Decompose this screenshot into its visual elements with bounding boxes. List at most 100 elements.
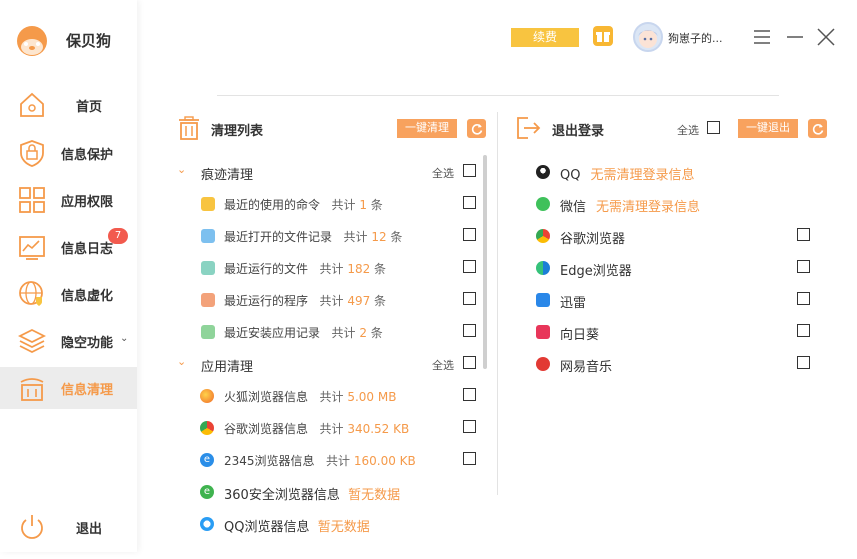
chevron-down-icon: ⌄ — [120, 333, 129, 344]
browser-2345-icon: e — [200, 453, 214, 467]
item-checkbox[interactable] — [463, 420, 476, 433]
list-item-text: 向日葵 — [560, 328, 600, 343]
select-all-checkbox[interactable] — [463, 356, 476, 369]
group-title: 痕迹清理 — [201, 168, 254, 183]
refresh-icon[interactable] — [808, 119, 827, 138]
divider — [497, 112, 498, 495]
menu-icon[interactable] — [751, 26, 773, 48]
netease-music-icon — [536, 357, 550, 371]
wechat-icon — [536, 197, 550, 211]
logout-button[interactable]: 退出 — [0, 507, 137, 547]
item-checkbox[interactable] — [463, 260, 476, 273]
sidebar-item-label: 应用权限 — [61, 194, 114, 210]
edge-icon — [536, 261, 550, 275]
group-title: 应用清理 — [201, 360, 254, 375]
one-click-logout-button[interactable]: 一键退出 — [738, 119, 798, 138]
select-all-checkbox[interactable] — [707, 121, 720, 134]
app-window: 保贝狗 首页 信息保护 应用权限 信息日志 7 信息虚化 隐空功能 ⌄ 信息清理… — [0, 0, 857, 559]
item-checkbox[interactable] — [463, 324, 476, 337]
list-item-text: 迅雷 — [560, 296, 587, 311]
list-item-text: 网易音乐 — [560, 360, 613, 375]
sidebar-item-home[interactable]: 首页 — [0, 84, 137, 126]
item-checkbox[interactable] — [797, 228, 810, 241]
sidebar-item-clean[interactable]: 信息清理 — [0, 367, 137, 409]
sidebar-item-label: 隐空功能 — [61, 335, 114, 351]
list-item-text: 谷歌浏览器 — [560, 232, 626, 247]
sidebar-item-hidden[interactable]: 隐空功能 ⌄ — [0, 320, 137, 362]
one-click-clean-button[interactable]: 一键清理 — [397, 119, 457, 138]
list-item-text: 最近打开的文件记录 共计 12 条 — [224, 230, 403, 244]
sidebar-item-protect[interactable]: 信息保护 — [0, 132, 137, 174]
home-icon — [17, 90, 47, 120]
clean-list-title: 清理列表 — [211, 124, 264, 139]
grid-icon — [17, 185, 47, 215]
list-item-text: 最近的使用的命令 共计 1 条 — [224, 198, 383, 212]
sunflower-icon — [536, 325, 550, 339]
renew-button[interactable]: 续费 — [511, 28, 579, 47]
list-item-text: QQ浏览器信息 暂无数据 — [224, 520, 370, 535]
item-checkbox[interactable] — [463, 452, 476, 465]
username[interactable]: 狗崽子的... — [668, 30, 723, 46]
chrome-icon — [200, 421, 214, 435]
item-checkbox[interactable] — [463, 292, 476, 305]
qq-icon — [536, 165, 550, 179]
logout-arrow-icon — [516, 116, 542, 144]
trash-can-icon — [177, 116, 201, 144]
list-item-text: 2345浏览器信息 共计 160.00 KB — [224, 454, 416, 468]
select-all-label: 全选 — [432, 359, 454, 372]
sidebar-item-label: 信息虚化 — [61, 288, 114, 304]
browser-360-icon: e — [200, 485, 214, 499]
list-item-text: 360安全浏览器信息 暂无数据 — [224, 488, 401, 503]
file-icon — [201, 229, 215, 243]
list-item-text: 最近运行的文件 共计 182 条 — [224, 262, 387, 276]
chart-icon — [17, 232, 47, 262]
avatar[interactable] — [633, 22, 663, 52]
topbar: 续费 狗崽子的... — [137, 0, 857, 76]
sidebar-item-label: 信息日志 — [61, 241, 114, 257]
install-icon — [201, 325, 215, 339]
program-icon — [201, 293, 215, 307]
command-icon — [201, 197, 215, 211]
select-all-label: 全选 — [677, 124, 699, 137]
chevron-down-icon[interactable]: ⌄ — [177, 355, 186, 368]
sidebar: 保贝狗 首页 信息保护 应用权限 信息日志 7 信息虚化 隐空功能 ⌄ 信息清理… — [0, 0, 137, 552]
item-checkbox[interactable] — [797, 260, 810, 273]
trash-icon — [17, 373, 47, 403]
shield-lock-icon — [17, 138, 47, 168]
item-checkbox[interactable] — [797, 356, 810, 369]
sidebar-item-label: 首页 — [76, 99, 103, 115]
chrome-icon — [536, 229, 550, 243]
notification-badge: 7 — [108, 228, 128, 244]
chevron-down-icon[interactable]: ⌄ — [177, 163, 186, 176]
close-icon[interactable] — [815, 26, 837, 48]
item-checkbox[interactable] — [463, 228, 476, 241]
run-file-icon — [201, 261, 215, 275]
select-all-label: 全选 — [432, 167, 454, 180]
power-icon — [17, 512, 47, 542]
brand-name: 保贝狗 — [66, 31, 112, 50]
item-checkbox[interactable] — [797, 324, 810, 337]
globe-shield-icon — [17, 279, 47, 309]
logout-label: 退出 — [76, 521, 103, 537]
xunlei-icon — [536, 293, 550, 307]
sidebar-item-blur[interactable]: 信息虚化 — [0, 273, 137, 315]
gift-icon[interactable] — [593, 26, 613, 46]
sidebar-item-log[interactable]: 信息日志 7 — [0, 226, 137, 268]
refresh-icon[interactable] — [467, 119, 486, 138]
list-item-text: QQ 无需清理登录信息 — [560, 168, 695, 183]
sidebar-item-label: 信息清理 — [61, 382, 114, 398]
scrollbar[interactable] — [483, 155, 487, 369]
minimize-icon[interactable] — [784, 26, 806, 48]
item-checkbox[interactable] — [463, 388, 476, 401]
layers-icon — [17, 326, 47, 356]
item-checkbox[interactable] — [797, 292, 810, 305]
sidebar-item-label: 信息保护 — [61, 147, 114, 163]
sidebar-item-permissions[interactable]: 应用权限 — [0, 179, 137, 221]
select-all-checkbox[interactable] — [463, 164, 476, 177]
list-item-text: Edge浏览器 — [560, 264, 632, 279]
list-item-text: 谷歌浏览器信息 共计 340.52 KB — [224, 422, 410, 436]
logo-icon — [17, 26, 47, 56]
item-checkbox[interactable] — [463, 196, 476, 209]
firefox-icon — [200, 389, 214, 403]
divider — [217, 95, 779, 96]
